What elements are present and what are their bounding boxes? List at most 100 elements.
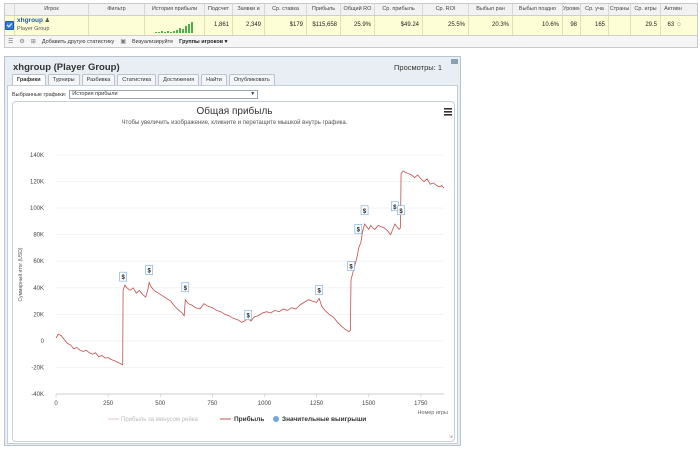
big-win-marker[interactable]: $ <box>145 265 153 275</box>
late-out-cell: 10.6% <box>513 16 563 35</box>
header-count[interactable]: Подсчет <box>205 4 233 15</box>
big-win-marker[interactable]: $ <box>315 285 323 295</box>
graph-select[interactable]: История прибыли ▼ <box>69 90 259 99</box>
player-groups-dropdown[interactable]: Группы игроков ▾ <box>179 39 227 45</box>
y-tick-label: 80K <box>33 233 44 239</box>
legend-item-profit[interactable]: Прибыль <box>220 415 264 423</box>
header-avg-roi[interactable]: Ср. ROI <box>423 4 469 15</box>
header-filter[interactable]: Фильтр <box>89 4 145 15</box>
avg-stake-cell: $179 <box>265 16 307 35</box>
visualize-button[interactable]: Визуализируйте <box>132 39 173 45</box>
columns-icon[interactable]: ☰ <box>8 38 13 45</box>
x-tick-label: 1500 <box>362 401 376 407</box>
resize-handle[interactable]: ⇲ <box>449 434 453 440</box>
header-profit-history[interactable]: История прибыли <box>145 4 205 15</box>
graph-selector-row: Выбранные графики: История прибыли ▼ <box>12 90 259 99</box>
header-countries[interactable]: Страны <box>609 4 631 15</box>
graph-select-value: История прибыли <box>72 91 118 97</box>
big-win-marker[interactable]: $ <box>119 271 127 282</box>
legend-label: Прибыль <box>234 415 264 423</box>
header-active[interactable]: Активн <box>661 4 685 15</box>
chart-title: Общая прибыль <box>196 105 272 117</box>
header-avg-stake[interactable]: Ср. ставка <box>265 4 307 15</box>
avg-players-cell: 165 <box>581 16 609 35</box>
big-win-marker[interactable]: $ <box>181 282 190 293</box>
row-checkbox[interactable] <box>5 21 14 30</box>
y-axis-title: Суммарный итог (USD) <box>17 247 24 301</box>
legend-item-profit-after-rake[interactable]: Прибыль за минусом рейка <box>108 416 199 423</box>
y-tick-label: 140K <box>30 153 44 159</box>
early-out-cell: 20.3% <box>469 16 513 35</box>
legend-item-big-wins[interactable]: Значительные выигрыши <box>273 416 366 423</box>
header-level[interactable]: Уровень <box>563 4 581 15</box>
player-type: Player Group <box>17 26 50 32</box>
legend-label: Значительные выигрыши <box>282 416 366 423</box>
x-tick-label: 750 <box>207 401 218 407</box>
chart-container[interactable]: Общая прибыль Чтобы увеличить изображение… <box>12 101 455 442</box>
header-avg-games[interactable]: Ср. игры <box>631 4 661 15</box>
big-win-marker[interactable]: $ <box>360 205 369 216</box>
x-tick-label: 1750 <box>414 401 428 407</box>
active-cell: 63 ☺ <box>661 16 685 35</box>
add-stats-button[interactable]: Добавить другую статистику <box>42 39 115 45</box>
header-profit[interactable]: Прибыль <box>307 4 341 15</box>
active-value: 63 <box>667 22 675 28</box>
y-tick-label: -40K <box>31 392 44 398</box>
profit-sparkline[interactable] <box>145 16 205 35</box>
player-cell: xhgroup ♟ Player Group <box>15 16 89 35</box>
y-tick-label: 60K <box>33 259 44 265</box>
big-win-marker[interactable]: $ <box>354 224 363 234</box>
big-win-marker[interactable]: $ <box>347 261 355 271</box>
player-window: xhgroup (Player Group) Просмотры: 1 Граф… <box>4 56 461 446</box>
x-tick-label: 1250 <box>310 401 324 407</box>
x-tick-label: 0 <box>54 401 58 407</box>
header-player[interactable]: Игрок <box>15 4 89 15</box>
group-icon: ♟ <box>44 18 51 24</box>
total-roi-cell: 25.9% <box>341 16 375 35</box>
window-close-button[interactable] <box>451 59 458 64</box>
header-avg-profit[interactable]: Ср. прибыль <box>375 4 423 15</box>
filter-cell[interactable] <box>89 16 145 35</box>
y-tick-label: 40K <box>33 286 44 292</box>
tab-breakdown[interactable]: Разбивка <box>81 74 116 85</box>
x-tick-label: 250 <box>103 401 114 407</box>
header-select[interactable] <box>5 4 15 15</box>
add-icon[interactable]: ⊞ <box>31 38 36 45</box>
profit-chart[interactable]: Общая прибыль Чтобы увеличить изображение… <box>13 102 455 442</box>
settings-icon[interactable]: ⚙ <box>19 38 24 45</box>
header-avg-players[interactable]: Ср. уча <box>581 4 609 15</box>
chevron-down-icon: ▼ <box>250 91 256 97</box>
x-axis-title: Номер игры <box>417 410 448 416</box>
person-icon: ☺ <box>675 22 682 28</box>
big-win-marker[interactable]: $ <box>390 201 399 212</box>
graph-select-label: Выбранные графики: <box>12 91 67 98</box>
header-late-out[interactable]: Выбыл поздно <box>513 4 563 15</box>
chart-menu-icon[interactable] <box>444 108 452 116</box>
count-cell: 1,861 <box>205 16 233 35</box>
x-tick-label: 500 <box>155 401 166 407</box>
player-table: Игрок Фильтр История прибыли Подсчет Зая… <box>4 3 698 48</box>
tab-publish[interactable]: Опубликовать <box>228 74 275 85</box>
tab-graphs[interactable]: Графики <box>12 74 46 85</box>
header-total-roi[interactable]: Общий RO <box>341 4 375 15</box>
y-tick-label: 0 <box>41 339 45 345</box>
chart-icon[interactable]: ▣ <box>120 38 126 45</box>
big-win-marker[interactable]: $ <box>244 310 253 320</box>
tab-find[interactable]: Найти <box>201 74 227 85</box>
big-win-marker[interactable]: $ <box>397 205 405 216</box>
tab-statistics[interactable]: Статистика <box>117 74 157 85</box>
y-tick-label: 20K <box>33 312 44 318</box>
player-name-link[interactable]: xhgroup <box>17 17 43 24</box>
tab-content: Выбранные графики: История прибыли ▼ Общ… <box>7 85 458 444</box>
table-toolbar: ☰ ⚙ ⊞ Добавить другую статистику ▣ Визуа… <box>5 36 697 47</box>
window-title: xhgroup (Player Group) <box>13 62 120 73</box>
header-entries[interactable]: Заявки и <box>233 4 265 15</box>
profit-series-line <box>55 170 445 366</box>
tab-achievements[interactable]: Достижения <box>158 74 200 85</box>
header-early-out[interactable]: Выбыл ран <box>469 4 513 15</box>
sparkline-bars <box>154 22 193 33</box>
table-header-row: Игрок Фильтр История прибыли Подсчет Зая… <box>5 4 697 16</box>
avg-profit-cell: $49.24 <box>375 16 423 35</box>
table-row[interactable]: xhgroup ♟ Player Group 1,861 2,349 $179 … <box>5 16 697 36</box>
tab-tournaments[interactable]: Турниры <box>47 74 80 85</box>
